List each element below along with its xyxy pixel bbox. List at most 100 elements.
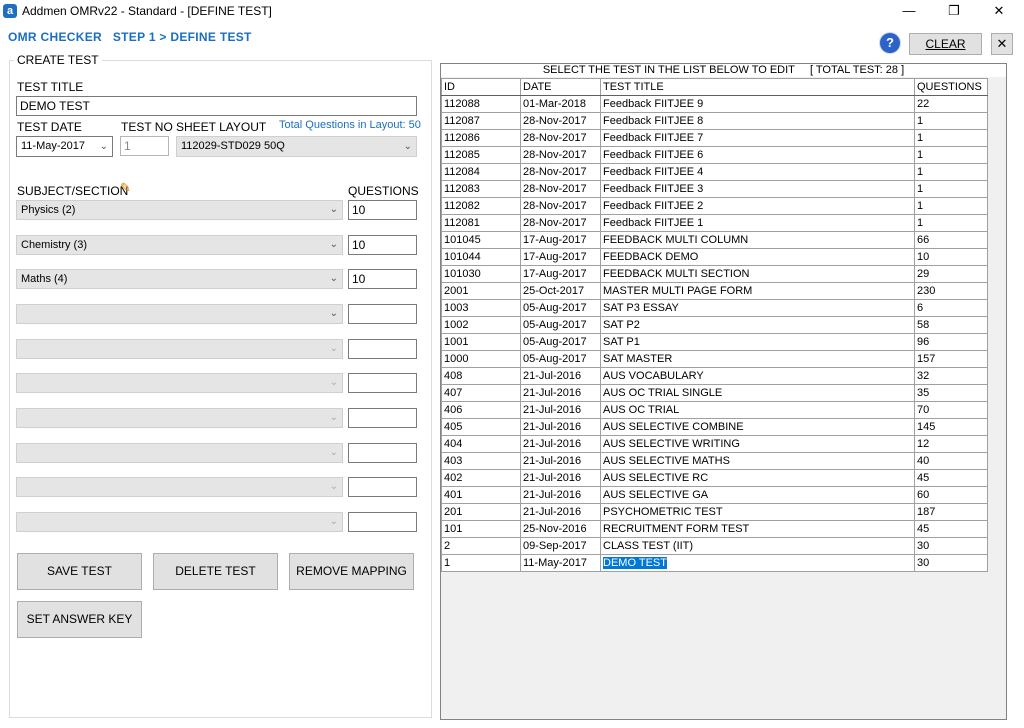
cell-questions: 30: [914, 537, 988, 555]
subject-select-2[interactable]: Chemistry (3) ⌄: [16, 235, 343, 255]
table-row[interactable]: 101045 17-Aug-2017 FEEDBACK MULTI COLUMN 66: [441, 231, 988, 249]
cell-questions: 12: [914, 435, 988, 453]
subject-select-3[interactable]: Maths (4) ⌄: [16, 269, 343, 289]
test-title-input[interactable]: DEMO TEST: [16, 96, 417, 116]
table-row[interactable]: 402 21-Jul-2016 AUS SELECTIVE RC 45: [441, 469, 988, 487]
questions-input-8[interactable]: [348, 443, 417, 463]
cell-date: 28-Nov-2017: [520, 214, 601, 232]
cell-test-title: AUS OC TRIAL SINGLE: [600, 384, 915, 402]
table-row[interactable]: 2 09-Sep-2017 CLASS TEST (IIT) 30: [441, 537, 988, 555]
table-row[interactable]: 112087 28-Nov-2017 Feedback FIITJEE 81: [441, 112, 988, 130]
set-answer-key-button[interactable]: SET ANSWER KEY: [17, 601, 142, 638]
questions-input-3[interactable]: 10: [348, 269, 417, 289]
cell-questions: 157: [914, 350, 988, 368]
cell-date: 17-Aug-2017: [520, 265, 601, 283]
subject-select-4[interactable]: ⌄: [16, 304, 343, 324]
chevron-down-icon: ⌄: [329, 447, 338, 458]
cell-questions: 1: [914, 197, 988, 215]
remove-mapping-button[interactable]: REMOVE MAPPING: [289, 553, 414, 590]
table-row[interactable]: 112082 28-Nov-2017 Feedback FIITJEE 21: [441, 197, 988, 215]
cell-id: 101045: [441, 231, 521, 249]
edit-pencil-icon[interactable]: ✎: [120, 180, 131, 196]
cell-questions: 1: [914, 163, 988, 181]
cell-test-title: FEEDBACK MULTI COLUMN: [600, 231, 915, 249]
clear-button[interactable]: CLEAR: [909, 33, 982, 55]
table-row[interactable]: 401 21-Jul-2016 AUS SELECTIVE GA 60: [441, 486, 988, 504]
cell-id: 112081: [441, 214, 521, 232]
table-row[interactable]: 1002 05-Aug-2017 SAT P2 58: [441, 316, 988, 334]
table-row[interactable]: 112081 28-Nov-2017 Feedback FIITJEE 11: [441, 214, 988, 232]
questions-input-7[interactable]: [348, 408, 417, 428]
column-header-test-title[interactable]: TEST TITLE: [600, 78, 915, 96]
questions-input-4[interactable]: [348, 304, 417, 324]
window-close-button[interactable]: ✕: [976, 0, 1022, 24]
questions-input-6[interactable]: [348, 373, 417, 393]
sheet-layout-select[interactable]: 112029-STD029 50Q ⌄: [176, 136, 417, 157]
table-row[interactable]: 201 21-Jul-2016 PSYCHOMETRIC TEST 187: [441, 503, 988, 521]
cell-test-title: Feedback FIITJEE 9: [600, 95, 915, 113]
total-questions-note: Total Questions in Layout: 50: [279, 119, 421, 131]
cell-questions: 1: [914, 214, 988, 232]
table-row[interactable]: 112088 01-Mar-2018 Feedback FIITJEE 9 22: [441, 95, 988, 113]
cell-questions: 45: [914, 520, 988, 538]
cell-test-title: PSYCHOMETRIC TEST: [600, 503, 915, 521]
table-row[interactable]: 1000 05-Aug-2017 SAT MASTER 157: [441, 350, 988, 368]
cell-id: 406: [441, 401, 521, 419]
table-row[interactable]: 101044 17-Aug-2017 FEEDBACK DEMO 10: [441, 248, 988, 266]
cell-test-title: SAT P2: [600, 316, 915, 334]
table-row[interactable]: 101030 17-Aug-2017 FEEDBACK MULTI SECTION 2…: [441, 265, 988, 283]
cell-date: 25-Oct-2017: [520, 282, 601, 300]
maximize-button[interactable]: ❐: [931, 0, 977, 24]
table-row[interactable]: 1 11-May-2017 DEMO TEST 30: [441, 554, 988, 572]
table-row[interactable]: 112083 28-Nov-2017 Feedback FIITJEE 31: [441, 180, 988, 198]
cell-questions: 40: [914, 452, 988, 470]
save-test-button[interactable]: SAVE TEST: [17, 553, 142, 590]
questions-input-5[interactable]: [348, 339, 417, 359]
cell-questions: 187: [914, 503, 988, 521]
cell-date: 21-Jul-2016: [520, 503, 601, 521]
minimize-button[interactable]: —: [886, 0, 932, 24]
test-no-input[interactable]: 1: [120, 136, 169, 156]
column-header-date[interactable]: DATE: [520, 78, 601, 96]
cell-questions: 22: [914, 95, 988, 113]
subject-section-label: SUBJECT/SECTION: [17, 184, 129, 198]
cell-date: 21-Jul-2016: [520, 418, 601, 436]
cell-date: 21-Jul-2016: [520, 384, 601, 402]
questions-input-2[interactable]: 10: [348, 235, 417, 255]
column-header-questions[interactable]: QUESTIONS: [914, 78, 988, 96]
table-row[interactable]: 112086 28-Nov-2017 Feedback FIITJEE 71: [441, 129, 988, 147]
questions-input-9[interactable]: [348, 477, 417, 497]
cell-date: 05-Aug-2017: [520, 316, 601, 334]
chevron-down-icon: ⌄: [329, 343, 338, 354]
close-icon[interactable]: ✕: [991, 33, 1013, 55]
table-row[interactable]: 101 25-Nov-2016 RECRUITMENT FORM TEST 45: [441, 520, 988, 538]
table-row[interactable]: 403 21-Jul-2016 AUS SELECTIVE MATHS 40: [441, 452, 988, 470]
table-row[interactable]: 406 21-Jul-2016 AUS OC TRIAL 70: [441, 401, 988, 419]
questions-input-1[interactable]: 10: [348, 200, 417, 220]
cell-id: 112086: [441, 129, 521, 147]
test-title-label: TEST TITLE: [17, 80, 84, 94]
subject-select-1[interactable]: Physics (2) ⌄: [16, 200, 343, 220]
cell-date: 21-Jul-2016: [520, 486, 601, 504]
table-row[interactable]: 2001 25-Oct-2017 MASTER MULTI PAGE FORM 230: [441, 282, 988, 300]
table-row[interactable]: 1003 05-Aug-2017 SAT P3 ESSAY 6: [441, 299, 988, 317]
test-list-table: ID DATE TEST TITLE QUESTIONS 112088 01-Ma…: [441, 78, 988, 572]
table-row[interactable]: 407 21-Jul-2016 AUS OC TRIAL SINGLE 35: [441, 384, 988, 402]
table-row[interactable]: 1001 05-Aug-2017 SAT P1 96: [441, 333, 988, 351]
table-row[interactable]: 112084 28-Nov-2017 Feedback FIITJEE 41: [441, 163, 988, 181]
chevron-down-icon: ⌄: [329, 377, 338, 388]
questions-input-10[interactable]: [348, 512, 417, 532]
test-date-picker[interactable]: 11-May-2017 ⌄: [16, 136, 113, 157]
table-row[interactable]: 404 21-Jul-2016 AUS SELECTIVE WRITING 12: [441, 435, 988, 453]
chevron-down-icon: ⌄: [99, 141, 108, 152]
column-header-id[interactable]: ID: [441, 78, 521, 96]
cell-test-title: SAT MASTER: [600, 350, 915, 368]
table-row[interactable]: 408 21-Jul-2016 AUS VOCABULARY 32: [441, 367, 988, 385]
help-icon[interactable]: ?: [880, 33, 900, 53]
subject-select-10: ⌄: [16, 512, 343, 532]
cell-test-title: DEMO TEST: [600, 554, 915, 572]
questions-label: QUESTIONS: [348, 184, 419, 198]
table-row[interactable]: 112085 28-Nov-2017 Feedback FIITJEE 61: [441, 146, 988, 164]
delete-test-button[interactable]: DELETE TEST: [153, 553, 278, 590]
table-row[interactable]: 405 21-Jul-2016 AUS SELECTIVE COMBINE 145: [441, 418, 988, 436]
